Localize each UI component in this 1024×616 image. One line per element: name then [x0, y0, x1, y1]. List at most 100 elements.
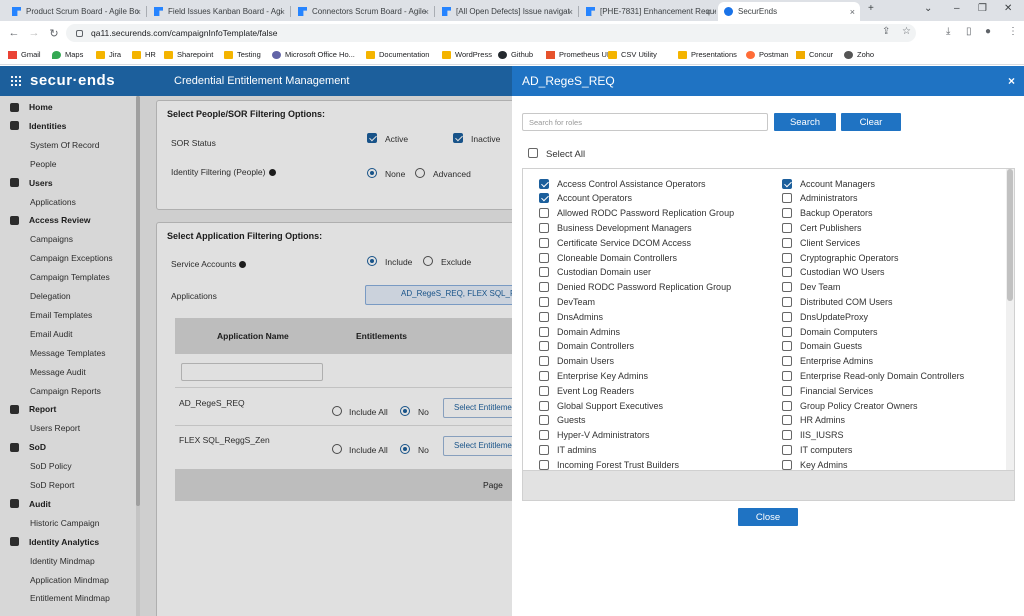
- bookmark-jira[interactable]: Jira: [96, 50, 121, 59]
- role-checkbox[interactable]: [782, 341, 792, 352]
- role-item[interactable]: Domain Admins: [539, 324, 620, 339]
- role-checkbox[interactable]: [539, 311, 549, 322]
- browser-tab[interactable]: Product Scrum Board - Agile Bo ×: [6, 2, 146, 21]
- role-checkbox[interactable]: [539, 178, 549, 189]
- star-icon[interactable]: ☆: [902, 26, 911, 37]
- role-checkbox[interactable]: [782, 326, 792, 337]
- role-checkbox[interactable]: [782, 385, 792, 396]
- role-item[interactable]: Client Services: [782, 235, 860, 250]
- role-checkbox[interactable]: [539, 459, 549, 470]
- role-item[interactable]: Key Admins: [782, 457, 848, 470]
- role-checkbox[interactable]: [782, 252, 792, 263]
- role-item[interactable]: Domain Users: [539, 354, 614, 369]
- profile-avatar[interactable]: ●: [985, 26, 991, 37]
- role-item[interactable]: Administrators: [782, 191, 858, 206]
- bookmark-sharepoint[interactable]: Sharepoint: [164, 50, 213, 59]
- restore-icon[interactable]: ❐: [978, 3, 987, 14]
- bookmark-gmail[interactable]: Gmail: [8, 50, 41, 59]
- role-checkbox[interactable]: [782, 459, 792, 470]
- role-checkbox[interactable]: [539, 430, 549, 441]
- browser-tab-active[interactable]: SecurEnds ×: [718, 2, 860, 21]
- role-checkbox[interactable]: [782, 356, 792, 367]
- role-item[interactable]: Guests: [539, 413, 586, 428]
- role-item[interactable]: Incoming Forest Trust Builders: [539, 457, 679, 470]
- browser-tab[interactable]: Connectors Scrum Board - Agile ×: [292, 2, 434, 21]
- role-checkbox[interactable]: [539, 296, 549, 307]
- role-item[interactable]: Business Development Managers: [539, 220, 692, 235]
- close-button[interactable]: Close: [738, 508, 798, 526]
- role-item[interactable]: Custodian Domain user: [539, 265, 651, 280]
- role-checkbox[interactable]: [782, 282, 792, 293]
- role-item[interactable]: Financial Services: [782, 383, 873, 398]
- role-item[interactable]: Hyper-V Administrators: [539, 428, 650, 443]
- role-checkbox[interactable]: [539, 237, 549, 248]
- role-checkbox[interactable]: [539, 326, 549, 337]
- close-tab-icon[interactable]: ×: [136, 7, 141, 17]
- role-item[interactable]: Backup Operators: [782, 206, 873, 221]
- role-checkbox[interactable]: [539, 341, 549, 352]
- bookmark-presentations[interactable]: Presentations: [678, 50, 737, 59]
- browser-tab[interactable]: [PHE-7831] Enhancement Reque ×: [580, 2, 716, 21]
- role-checkbox[interactable]: [539, 252, 549, 263]
- bookmark-concur[interactable]: Concur: [796, 50, 833, 59]
- role-checkbox[interactable]: [782, 208, 792, 219]
- search-button[interactable]: Search: [774, 113, 836, 131]
- role-checkbox[interactable]: [539, 267, 549, 278]
- search-roles-input[interactable]: [522, 113, 768, 131]
- role-checkbox[interactable]: [539, 193, 549, 204]
- bookmark-prometheus[interactable]: Prometheus UI: [546, 50, 609, 59]
- role-checkbox[interactable]: [782, 370, 792, 381]
- role-checkbox[interactable]: [782, 267, 792, 278]
- back-arrow-icon[interactable]: ←: [8, 27, 20, 39]
- role-checkbox[interactable]: [539, 282, 549, 293]
- role-item[interactable]: Global Support Executives: [539, 398, 663, 413]
- role-item[interactable]: Dev Team: [782, 280, 840, 295]
- role-item[interactable]: Custodian WO Users: [782, 265, 885, 280]
- role-item[interactable]: Domain Computers: [782, 324, 878, 339]
- role-item[interactable]: Group Policy Creator Owners: [782, 398, 918, 413]
- clear-button[interactable]: Clear: [841, 113, 901, 131]
- share-icon[interactable]: ⇪: [882, 26, 890, 37]
- close-tab-icon[interactable]: ×: [706, 7, 711, 17]
- select-all-checkbox[interactable]: [528, 148, 538, 158]
- role-checkbox[interactable]: [782, 444, 792, 455]
- role-item[interactable]: IT admins: [539, 442, 596, 457]
- close-tab-icon[interactable]: ×: [280, 7, 285, 17]
- role-checkbox[interactable]: [782, 415, 792, 426]
- bookmark-testing[interactable]: Testing: [224, 50, 261, 59]
- sidepanel-icon[interactable]: ▯: [966, 26, 972, 37]
- role-checkbox[interactable]: [782, 222, 792, 233]
- role-item[interactable]: Domain Guests: [782, 339, 862, 354]
- role-checkbox[interactable]: [539, 385, 549, 396]
- role-checkbox[interactable]: [539, 208, 549, 219]
- role-checkbox[interactable]: [782, 430, 792, 441]
- app-grid-icon[interactable]: [10, 75, 21, 86]
- role-item[interactable]: Certificate Service DCOM Access: [539, 235, 691, 250]
- close-tab-icon[interactable]: ×: [568, 7, 573, 17]
- role-item[interactable]: Account Operators: [539, 191, 632, 206]
- bookmark-maps[interactable]: Maps: [52, 50, 83, 59]
- role-checkbox[interactable]: [782, 400, 792, 411]
- role-checkbox[interactable]: [782, 178, 792, 189]
- role-item[interactable]: Distributed COM Users: [782, 294, 893, 309]
- role-item[interactable]: Domain Controllers: [539, 339, 634, 354]
- download-icon[interactable]: ⤓: [946, 26, 950, 37]
- bookmark-documentation[interactable]: Documentation: [366, 50, 429, 59]
- role-item[interactable]: Access Control Assistance Operators: [539, 176, 706, 191]
- browser-tab[interactable]: Field Issues Kanban Board - Agi ×: [148, 2, 290, 21]
- reload-icon[interactable]: ↻: [48, 27, 60, 40]
- role-item[interactable]: Enterprise Read-only Domain Controllers: [782, 368, 964, 383]
- forward-arrow-icon[interactable]: →: [28, 27, 40, 39]
- role-checkbox[interactable]: [539, 222, 549, 233]
- role-checkbox[interactable]: [782, 237, 792, 248]
- modal-backdrop[interactable]: [0, 96, 512, 616]
- bookmark-github[interactable]: Github: [498, 50, 533, 59]
- bookmark-zoho[interactable]: Zoho: [844, 50, 874, 59]
- menu-kebab-icon[interactable]: ⋮: [1008, 26, 1018, 37]
- close-icon[interactable]: ×: [1008, 74, 1015, 88]
- close-tab-icon[interactable]: ×: [850, 7, 855, 17]
- role-checkbox[interactable]: [782, 311, 792, 322]
- role-item[interactable]: Allowed RODC Password Replication Group: [539, 206, 734, 221]
- minimize-icon[interactable]: –: [954, 3, 960, 14]
- bookmark-postman[interactable]: Postman: [746, 50, 789, 59]
